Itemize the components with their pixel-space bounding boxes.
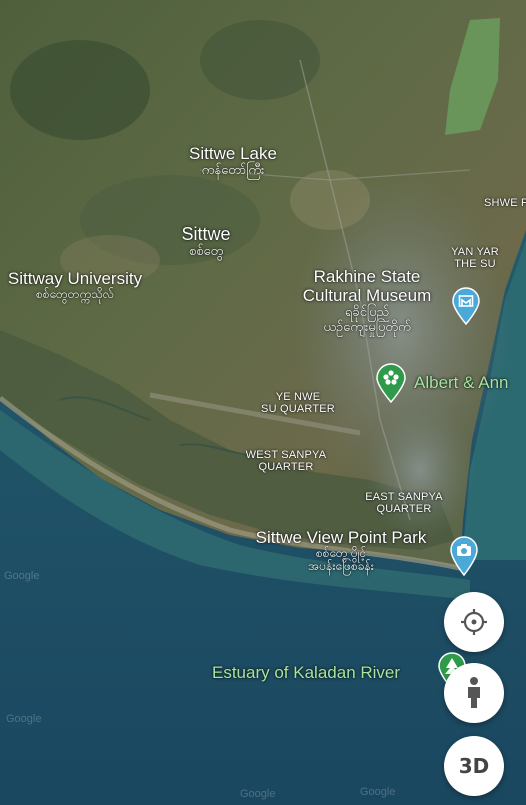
- shwe-pi-label: SHWE PI: [484, 197, 526, 209]
- sittwe-lake-mm: ကန်တော်ကြီး: [201, 162, 265, 178]
- view-point-park-label[interactable]: Sittwe View Point Park စစ်တွေ ပွိုင့် အပ…: [238, 528, 444, 574]
- pegman-icon: [468, 677, 480, 708]
- sittwe-lake-en: Sittwe Lake: [189, 144, 277, 163]
- ye-nwe-line1: YE NWE: [275, 391, 321, 403]
- museum-label[interactable]: Rakhine State Cultural Museum ရခိုင်ပြည်…: [286, 267, 448, 334]
- google-watermark-4: Google: [360, 786, 396, 798]
- east-sanpya-line1: EAST SANPYA: [365, 491, 443, 503]
- threed-label: 3D: [458, 754, 490, 778]
- threed-button[interactable]: 3D: [444, 736, 504, 796]
- east-sanpya-line2: QUARTER: [376, 503, 432, 516]
- estuary-label[interactable]: Estuary of Kaladan River: [212, 663, 400, 682]
- google-watermark-1: Google: [4, 570, 40, 582]
- ye-nwe-line2: SU QUARTER: [261, 403, 335, 416]
- west-sanpya-line2: QUARTER: [258, 461, 314, 474]
- museum-en-2: Cultural Museum: [302, 286, 432, 306]
- yan-yar-label: YAN YAR THE SU: [448, 246, 502, 271]
- sittwe-lake-label[interactable]: Sittwe Lake ကန်တော်ကြီး: [180, 144, 286, 178]
- west-sanpya-line1: WEST SANPYA: [245, 449, 327, 461]
- sittwe-en: Sittwe: [181, 224, 231, 244]
- university-en: Sittway University: [7, 269, 143, 288]
- sittwe-label[interactable]: Sittwe စစ်တွေ: [170, 224, 242, 259]
- google-watermark-3: Google: [240, 788, 276, 800]
- my-location-button[interactable]: [444, 592, 504, 652]
- view-point-mm-2: အပန်းဖြေစခန်း: [308, 559, 374, 574]
- yan-yar-line1: YAN YAR: [451, 246, 499, 258]
- west-sanpya-quarter-label: WEST SANPYA QUARTER: [240, 449, 332, 474]
- ye-nwe-quarter-label: YE NWE SU QUARTER: [256, 391, 340, 416]
- street-view-button[interactable]: [444, 663, 504, 723]
- attraction-pin-icon[interactable]: [376, 363, 406, 408]
- museum-pin-icon[interactable]: [452, 287, 480, 330]
- yan-yar-line2: THE SU: [454, 258, 496, 271]
- museum-mm-2: ယဉ်ကျေးမှုပြတိုက်: [323, 318, 411, 334]
- university-mm: စစ်တွေတက္ကသိုလ်: [36, 287, 114, 302]
- east-sanpya-quarter-label: EAST SANPYA QUARTER: [360, 491, 448, 516]
- google-watermark-2: Google: [6, 713, 42, 725]
- crosshair-icon: [461, 609, 487, 635]
- albert-label[interactable]: Albert & Ann: [414, 373, 509, 392]
- university-label[interactable]: Sittway University စစ်တွေတက္ကသိုလ်: [0, 269, 160, 301]
- museum-en-1: Rakhine State: [313, 267, 421, 286]
- sittwe-mm: စစ်တွေ: [188, 243, 224, 259]
- museum-mm-1: ရခိုင်ပြည်: [344, 304, 390, 320]
- view-point-en: Sittwe View Point Park: [255, 528, 427, 547]
- camera-pin-icon[interactable]: [450, 536, 478, 581]
